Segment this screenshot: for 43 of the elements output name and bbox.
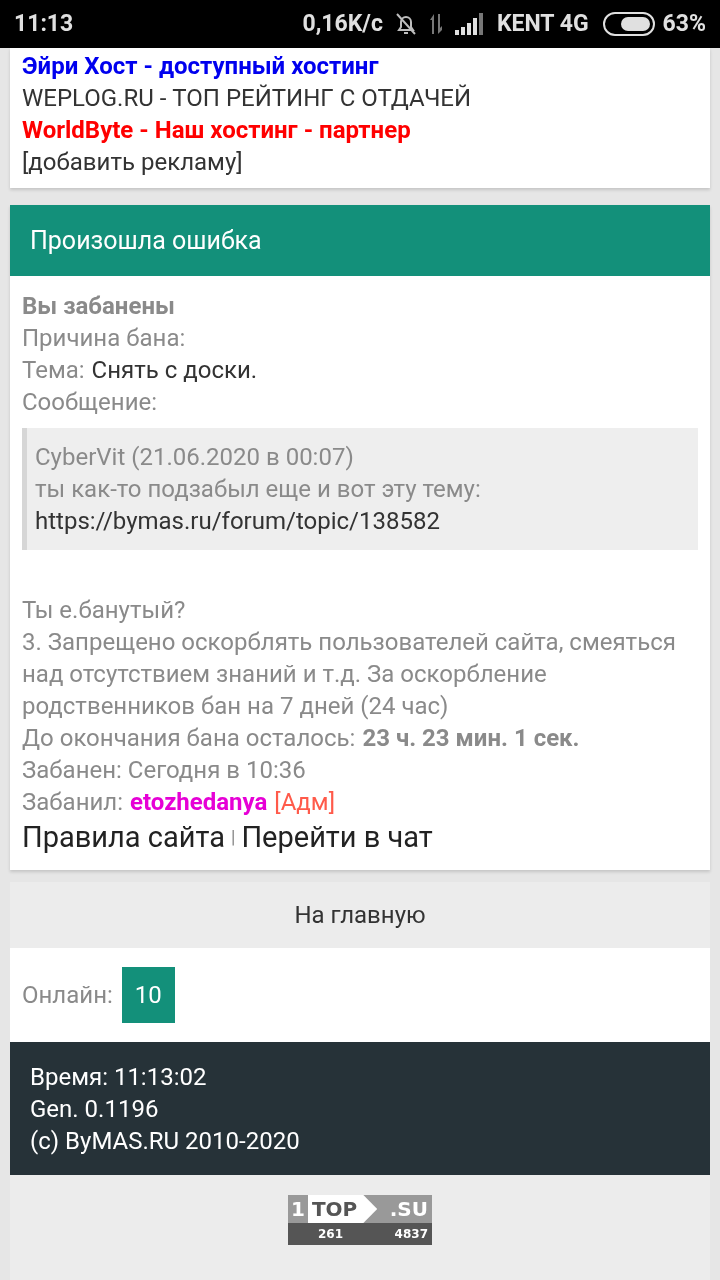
quote-text: ты как-то подзабыл еще и вот эту тему: xyxy=(35,474,482,505)
counter-top: TOP xyxy=(307,1195,378,1223)
ban-question: Ты е.банутый? xyxy=(22,595,187,626)
footer-line: (c) ByMAS.RU 2010-2020 xyxy=(30,1125,301,1157)
topic-value: Снять с доски. xyxy=(91,355,258,386)
rule-text: 3. Запрещено оскорблять пользователей сайта, смеяться над отсутствием знаний и т.д. За оскорбление родственников бан на 7 дней (24 час) xyxy=(22,627,677,722)
online-count[interactable]: 10 xyxy=(121,967,175,1023)
status-time: 11:13 xyxy=(14,8,74,39)
battery-percent: 63% xyxy=(662,8,706,39)
battery-icon xyxy=(602,12,655,36)
network-speed: 0,16K/c xyxy=(302,8,383,39)
bell-muted-icon xyxy=(394,12,417,36)
counter-rank: 1 xyxy=(290,1196,306,1223)
link-separator: | xyxy=(231,825,236,849)
remaining-time: 23 ч. 23 мин. 1 сек. xyxy=(362,723,580,754)
quote-author: CyberVit (21.06.2020 в 00:07) xyxy=(35,442,355,473)
topic-link[interactable]: https://bymas.ru/forum/topic/138582 xyxy=(35,505,690,537)
error-header: Произошла ошибка xyxy=(10,205,710,276)
remaining-label: До окончания бана осталось: xyxy=(22,723,356,754)
online-label: Онлайн: xyxy=(22,980,113,1011)
admin-role: [Адм] xyxy=(274,787,335,818)
ad-link[interactable]: WorldByte - Наш хостинг - партнер xyxy=(22,114,698,146)
ban-heading: Вы забанены xyxy=(22,291,176,322)
carrier-label: KENT 4G xyxy=(496,8,589,39)
topic-label: Тема: xyxy=(22,355,85,386)
admin-name[interactable]: etozhedanya xyxy=(130,786,268,818)
reason-label: Причина бана: xyxy=(22,323,187,354)
banned-at: Забанен: Сегодня в 10:36 xyxy=(22,755,307,786)
counter-domain: .SU xyxy=(389,1196,429,1223)
counter-hosts: 4837 xyxy=(394,1226,428,1243)
rules-link[interactable]: Правила сайта xyxy=(22,818,225,856)
counter-badge[interactable]: 1 TOP .SU 261 4837 xyxy=(288,1195,432,1245)
ad-link[interactable]: WEPLOG.RU - ТОП РЕЙТИНГ С ОТДАЧЕЙ xyxy=(22,82,698,114)
ad-link[interactable]: Эйри Хост - доступный хостинг xyxy=(22,50,698,82)
footer-line: Gen. 0.1196 xyxy=(30,1093,160,1125)
footer-line: Время: 11:13:02 xyxy=(30,1061,208,1093)
counter-hits: 261 xyxy=(318,1226,344,1243)
signal-icon xyxy=(454,13,485,35)
message-label: Сообщение: xyxy=(22,387,159,418)
ad-link[interactable]: [добавить рекламу] xyxy=(22,146,698,178)
banned-by-label: Забанил: xyxy=(22,787,123,818)
chat-link[interactable]: Перейти в чат xyxy=(241,818,433,856)
home-button[interactable]: На главную xyxy=(10,882,710,948)
